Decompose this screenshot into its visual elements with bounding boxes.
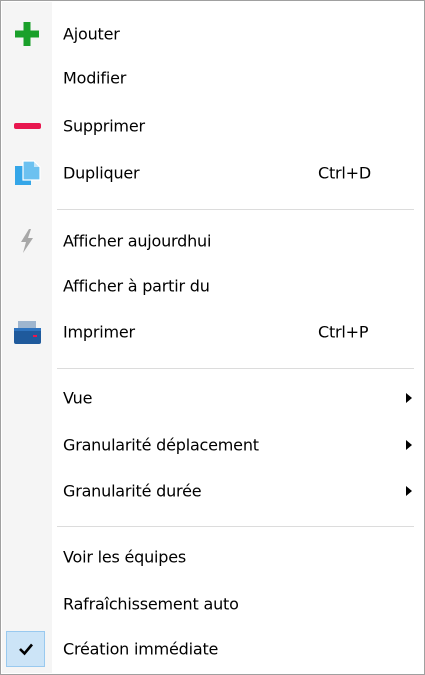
menu-separator (57, 209, 414, 210)
menu-item-dupliquer[interactable]: Dupliquer Ctrl+D (2, 151, 423, 195)
plus-icon (13, 20, 41, 48)
menu-item-afficher-a-partir-du[interactable]: Afficher à partir du (2, 264, 423, 308)
menu-item-label: Granularité déplacement (63, 435, 259, 455)
menu-item-label: Dupliquer (63, 163, 140, 183)
menu-separator (57, 526, 414, 527)
menu-item-creation-immediate[interactable]: Création immédiate (2, 627, 423, 671)
menu-item-label: Granularité durée (63, 481, 202, 501)
menu-item-label: Vue (63, 388, 93, 408)
menu-item-vue[interactable]: Vue (2, 376, 423, 420)
submenu-arrow-icon (406, 486, 412, 496)
menu-item-label: Rafraîchissement auto (63, 594, 239, 614)
menu-separator (57, 368, 414, 369)
checkmark-icon (17, 640, 35, 658)
menu-item-supprimer[interactable]: Supprimer (2, 104, 423, 148)
menu-item-shortcut: Ctrl+D (318, 163, 371, 183)
submenu-arrow-icon (406, 440, 412, 450)
copy-icon (13, 159, 41, 187)
menu-item-voir-les-equipes[interactable]: Voir les équipes (2, 535, 423, 579)
menu-item-rafraichissement-auto[interactable]: Rafraîchissement auto (2, 582, 423, 626)
lightning-icon (13, 227, 41, 255)
minus-icon (13, 112, 41, 140)
menu-item-modifier[interactable]: Modifier (2, 56, 423, 100)
context-menu: Ajouter Modifier Supprimer Dupliquer Ctr… (0, 0, 425, 675)
menu-item-label: Imprimer (63, 322, 135, 342)
menu-item-shortcut: Ctrl+P (318, 322, 369, 342)
menu-item-label: Afficher aujourdhui (63, 231, 212, 251)
menu-item-label: Modifier (63, 68, 127, 88)
printer-icon (13, 318, 41, 346)
menu-item-label: Création immédiate (63, 639, 219, 659)
menu-item-granularite-deplacement[interactable]: Granularité déplacement (2, 423, 423, 467)
menu-item-label: Voir les équipes (63, 547, 187, 567)
menu-item-label: Supprimer (63, 116, 145, 136)
menu-item-ajouter[interactable]: Ajouter (2, 12, 423, 56)
menu-item-granularite-duree[interactable]: Granularité durée (2, 469, 423, 513)
menu-item-label: Ajouter (63, 24, 120, 44)
submenu-arrow-icon (406, 393, 412, 403)
menu-item-afficher-aujourdhui[interactable]: Afficher aujourdhui (2, 219, 423, 263)
menu-item-label: Afficher à partir du (63, 276, 210, 296)
menu-item-imprimer[interactable]: Imprimer Ctrl+P (2, 310, 423, 354)
